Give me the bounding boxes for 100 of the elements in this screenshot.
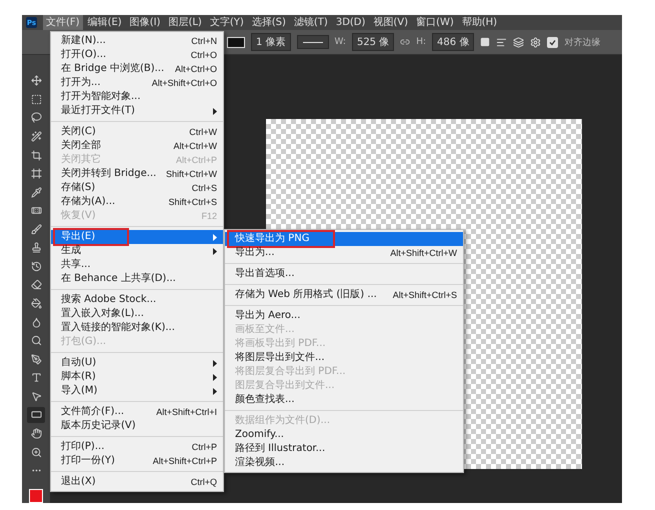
menu-item[interactable]: Zoomify... [225, 428, 463, 442]
settings-icon[interactable] [530, 36, 542, 48]
menu-item[interactable]: 置入嵌入对象(L)... [51, 307, 223, 321]
menu-item[interactable]: 打印一份(Y) Alt+Shift+Ctrl+P [51, 454, 223, 468]
menu-item[interactable]: 将图层导出到文件... [225, 351, 463, 365]
menu-title[interactable]: 编辑(E) [84, 15, 125, 30]
shortcut-label: Shift+Ctrl+S [168, 196, 217, 209]
menu-title[interactable]: 文字(Y) [206, 15, 247, 30]
menu-title[interactable]: 3D(D) [332, 15, 368, 30]
bucket-tool-icon [30, 298, 42, 310]
shortcut-label: Alt+Ctrl+P [176, 154, 217, 167]
menu-title[interactable]: 滤镜(T) [290, 15, 331, 30]
menu-title[interactable]: 窗口(W) [413, 15, 457, 30]
menu-item[interactable]: 退出(X) Ctrl+Q [51, 475, 223, 489]
menu-item[interactable]: 存储(S) Ctrl+S [51, 181, 223, 195]
zoom-tool-icon [30, 446, 42, 458]
droplet-tool-icon [30, 316, 42, 328]
rectangle-tool-icon [30, 409, 42, 420]
align-edges-checkbox[interactable] [547, 36, 558, 48]
menu-item[interactable]: 打开(O)... Ctrl+O [51, 48, 223, 62]
menu-item[interactable]: 导出首选项... [225, 267, 463, 281]
wand-tool-icon [30, 130, 42, 142]
menu-item[interactable]: 路径到 Illustrator... [225, 442, 463, 456]
menu-item[interactable]: 打开为智能对象... [51, 90, 223, 104]
stamp-tool-icon [30, 242, 42, 254]
foreground-color-swatch[interactable] [29, 489, 43, 503]
shortcut-label: Alt+Shift+Ctrl+W [390, 247, 457, 260]
shortcut-label: Ctrl+Q [190, 476, 217, 489]
rectangle-tool-button[interactable] [27, 407, 45, 423]
menu-item[interactable]: 新建(N)... Ctrl+N [51, 34, 223, 48]
menu-item[interactable]: 最近打开文件(T) [51, 104, 223, 118]
menu-item[interactable]: 共享... [51, 258, 223, 272]
menu-item[interactable]: 关闭(C) Ctrl+W [51, 125, 223, 139]
shortcut-label: Alt+Shift+Ctrl+S [392, 289, 457, 302]
square-icon[interactable] [480, 37, 490, 47]
bandage-tool-icon [30, 205, 42, 216]
menu-item[interactable]: 颜色查找表... [225, 393, 463, 407]
menu-item[interactable]: 关闭全部 Alt+Ctrl+W [51, 139, 223, 153]
menu-item[interactable]: 生成 [51, 244, 223, 258]
history-tool-icon [30, 260, 42, 272]
menu-title[interactable]: 文件(F) [43, 15, 83, 30]
pointer-tool-icon [30, 390, 42, 402]
move-tool-icon [30, 75, 42, 86]
lasso-tool-icon [30, 112, 42, 124]
shortcut-label: Shift+Ctrl+W [166, 168, 217, 181]
width-label: W: [334, 37, 346, 47]
menu-item[interactable]: 版本历史记录(V) [51, 419, 223, 433]
line-style-dropdown[interactable] [296, 35, 329, 49]
shortcut-label: Alt+Shift+Ctrl+I [156, 406, 217, 419]
menu-item[interactable]: 渲染视频... [225, 456, 463, 470]
shortcut-label: Ctrl+N [191, 35, 217, 48]
shortcut-label: Ctrl+S [192, 182, 217, 195]
align-icon[interactable] [496, 36, 508, 48]
menu-item[interactable]: 脚本(R) [51, 370, 223, 384]
shortcut-label: Alt+Shift+Ctrl+P [152, 455, 217, 468]
menu-item[interactable]: 打印(P)... Ctrl+P [51, 440, 223, 454]
hand-tool-icon [30, 428, 42, 439]
menu-item[interactable]: 存储为 Web 所用格式 (旧版) ... Alt+Shift+Ctrl+S [225, 288, 463, 302]
menu-item[interactable]: 存储为(A)... Shift+Ctrl+S [51, 195, 223, 209]
width-field[interactable]: 525 像 [352, 33, 394, 51]
menu-item[interactable]: 导入(M) [51, 384, 223, 398]
menu-item[interactable]: 导出(E) [51, 230, 223, 244]
crop-tool-icon [30, 150, 42, 161]
frame-tool-icon [30, 168, 42, 180]
brush-tool-icon [30, 224, 42, 235]
shortcut-label: Alt+Shift+Ctrl+O [152, 77, 217, 90]
menu-item[interactable]: 导出为 Aero... [225, 309, 463, 323]
menu-item[interactable]: 置入链接的智能对象(K)... [51, 321, 223, 335]
shortcut-label: Alt+Ctrl+W [173, 140, 217, 153]
pen-tool-icon [30, 354, 42, 365]
menu-item[interactable]: 在 Bridge 中浏览(B)... Alt+Ctrl+O [51, 62, 223, 76]
menu-title[interactable]: 图像(I) [126, 15, 164, 30]
menu-item[interactable]: 关闭并转到 Bridge... Shift+Ctrl+W [51, 167, 223, 181]
menu-title[interactable]: 图层(L) [165, 15, 205, 30]
menu-item[interactable]: 搜索 Adobe Stock... [51, 293, 223, 307]
menu-item[interactable]: 打开为... Alt+Shift+Ctrl+O [51, 76, 223, 90]
menu-item[interactable]: 快速导出为 PNG [225, 232, 463, 246]
height-label: H: [416, 37, 426, 47]
menu-item[interactable]: 自动(U) [51, 356, 223, 370]
eraser-tool-icon [30, 279, 42, 290]
menu-title[interactable]: 帮助(H) [458, 15, 500, 30]
shortcut-label: Ctrl+O [190, 49, 217, 62]
stroke-swatch[interactable] [227, 36, 245, 48]
menu-item[interactable]: 导出为... Alt+Shift+Ctrl+W [225, 246, 463, 260]
menu-title[interactable]: 选择(S) [248, 15, 289, 30]
marquee-tool-icon [30, 94, 42, 105]
height-field[interactable]: 486 像 [432, 33, 474, 51]
align-edges-label: 对齐边缘 [564, 36, 600, 48]
stroke-width-dropdown[interactable]: 1 像素 [251, 33, 291, 51]
menu-title[interactable]: 视图(V) [370, 15, 412, 30]
shortcut-label: Ctrl+W [189, 126, 217, 139]
arrange-icon[interactable] [513, 36, 524, 48]
menu-item[interactable]: 文件简介(F)... Alt+Shift+Ctrl+I [51, 405, 223, 419]
shortcut-label: Ctrl+P [192, 441, 217, 454]
shortcut-label: F12 [201, 210, 217, 223]
eyedropper-tool-icon [30, 186, 42, 198]
menu-item[interactable]: 在 Behance 上共享(D)... [51, 272, 223, 286]
type-tool-icon [30, 372, 42, 384]
shortcut-label: Alt+Ctrl+O [174, 63, 217, 76]
link-icon[interactable] [400, 37, 410, 47]
